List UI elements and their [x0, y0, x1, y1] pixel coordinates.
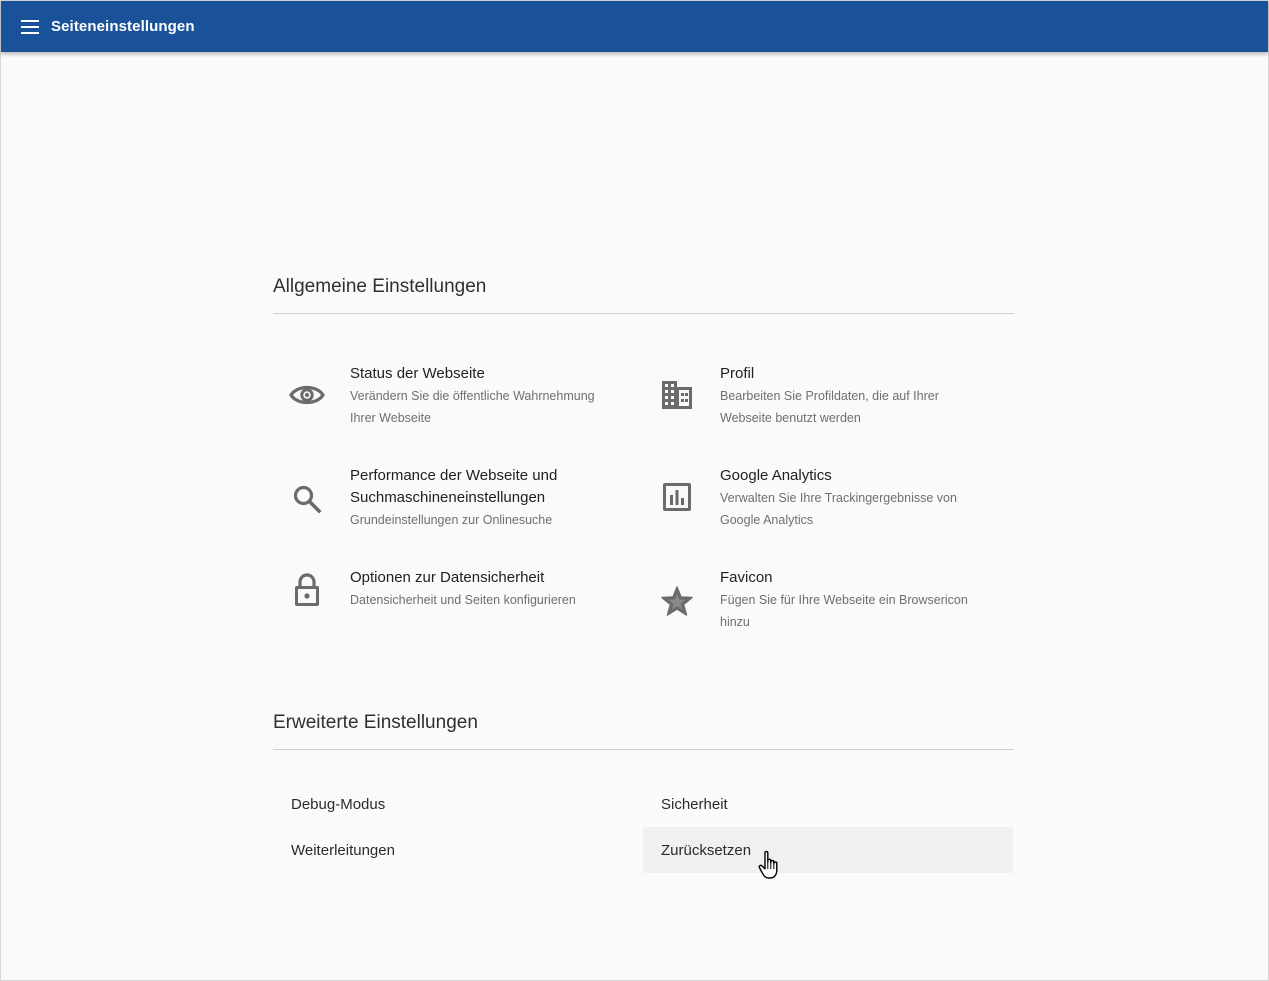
setting-description: Grundeinstellungen zur Onlinesuche: [350, 513, 553, 527]
setting-description: Bearbeiten Sie Profildaten, die auf Ihre…: [720, 389, 939, 425]
section-title-general: Allgemeine Einstellungen: [273, 276, 487, 297]
eye-icon: [287, 375, 327, 415]
advanced-item-label: Zurücksetzen: [661, 841, 752, 859]
search-icon: [287, 479, 327, 519]
advanced-item-security[interactable]: Sicherheit: [643, 781, 1013, 827]
advanced-item-label: Debug-Modus: [291, 795, 386, 813]
setting-data-security[interactable]: Optionen zur Datensicherheit Datensicher…: [273, 567, 623, 611]
advanced-item-label: Weiterleitungen: [291, 841, 395, 859]
setting-google-analytics[interactable]: Google Analytics Verwalten Sie Ihre Trac…: [643, 465, 993, 531]
star-icon: [657, 581, 697, 621]
building-icon: [657, 375, 697, 415]
setting-label: Performance der Webseite und Suchmaschin…: [350, 467, 558, 506]
lock-icon: [287, 570, 327, 610]
setting-label: Profil: [720, 365, 755, 382]
advanced-item-reset[interactable]: Zurücksetzen: [643, 827, 1013, 873]
setting-performance-seo[interactable]: Performance der Webseite und Suchmaschin…: [273, 465, 623, 531]
setting-label: Google Analytics: [720, 467, 832, 484]
bar-chart-icon: [657, 477, 697, 517]
setting-description: Fügen Sie für Ihre Webseite ein Browseri…: [720, 593, 968, 629]
hamburger-menu-icon: [21, 19, 39, 34]
advanced-item-label: Sicherheit: [661, 795, 728, 813]
page-title: Seiteneinstellungen: [51, 18, 195, 35]
section-divider: [273, 313, 1014, 314]
setting-description: Verändern Sie die öffentliche Wahrnehmun…: [350, 389, 595, 425]
setting-label: Favicon: [720, 569, 773, 586]
setting-description: Datensicherheit und Seiten konfigurieren: [350, 593, 576, 607]
setting-label: Optionen zur Datensicherheit: [350, 569, 545, 586]
section-title-advanced: Erweiterte Einstellungen: [273, 712, 478, 733]
setting-favicon[interactable]: Favicon Fügen Sie für Ihre Webseite ein …: [643, 567, 993, 633]
section-divider: [273, 749, 1014, 750]
setting-website-status[interactable]: Status der Webseite Verändern Sie die öf…: [273, 363, 623, 429]
setting-profile[interactable]: Profil Bearbeiten Sie Profildaten, die a…: [643, 363, 993, 429]
advanced-item-redirects[interactable]: Weiterleitungen: [273, 827, 643, 873]
menu-button[interactable]: [19, 16, 41, 38]
advanced-item-debug-mode[interactable]: Debug-Modus: [273, 781, 643, 827]
setting-label: Status der Webseite: [350, 365, 485, 382]
setting-description: Verwalten Sie Ihre Trackingergebnisse vo…: [720, 491, 957, 527]
app-bar: Seiteneinstellungen: [1, 1, 1268, 52]
